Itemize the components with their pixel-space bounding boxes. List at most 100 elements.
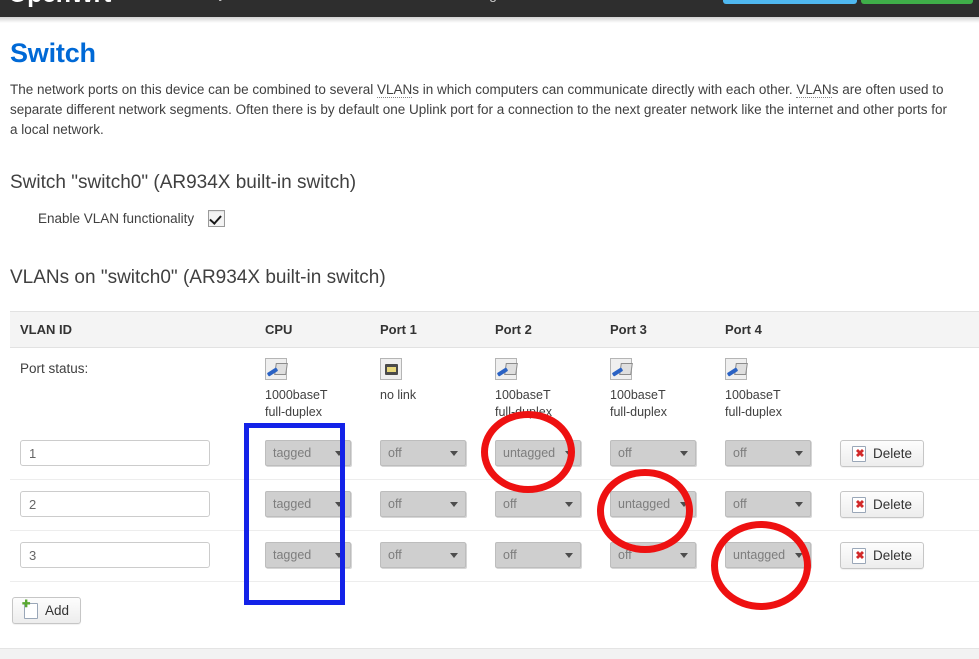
port-1-tagging-select[interactable]: off — [380, 491, 466, 517]
port-3-tagging-value: off — [618, 548, 632, 562]
column-header-port-1: Port 1 — [380, 311, 495, 348]
port-2-tagging-select[interactable]: off — [495, 542, 581, 568]
nav-item-system-label: System — [209, 0, 256, 1]
actions-cell: Delete — [840, 530, 979, 582]
enable-vlan-label: Enable VLAN functionality — [38, 211, 195, 226]
cpu-tagging-value: tagged — [273, 446, 312, 460]
vlan-id-input[interactable] — [20, 542, 210, 568]
port-status-port-3: 100baseT full-duplex — [610, 347, 725, 429]
table-row: tagged off off — [10, 479, 979, 531]
port-status-port-4: 100baseT full-duplex — [725, 347, 840, 429]
vlan-section-heading: VLANs on "switch0" (AR934X built-in swit… — [10, 267, 386, 288]
enable-vlan-field: Enable VLAN functionality — [38, 210, 979, 227]
vlan-table-header-row: VLAN ID CPU Port 1 Port 2 Port 3 Port 4 — [10, 311, 979, 348]
port-4-cell: off — [725, 429, 840, 480]
cpu-tagging-select[interactable]: tagged — [265, 542, 351, 568]
port-4-tagging-value: off — [733, 497, 747, 511]
switch-section-heading: Switch "switch0" (AR934X built-in switch… — [10, 172, 357, 193]
port-duplex-port-4: full-duplex — [725, 405, 782, 419]
delete-button[interactable]: Delete — [840, 491, 925, 518]
port-duplex-port-2: full-duplex — [495, 405, 552, 419]
nav-item-services-label: Services — [293, 0, 347, 1]
port-4-cell: off — [725, 479, 840, 531]
vlan-id-cell — [10, 530, 265, 582]
port-status-actions — [840, 347, 979, 429]
port-2-tagging-select[interactable]: untagged — [495, 440, 581, 466]
vlan-table-head: VLAN ID CPU Port 1 Port 2 Port 3 Port 4 — [10, 311, 979, 348]
network-plug-connected-icon — [265, 358, 287, 380]
auto-refresh-badge[interactable]: AUTO REFRESH ON — [861, 0, 973, 4]
page-title: Switch — [10, 38, 96, 68]
delete-button-label: Delete — [873, 446, 913, 461]
port-3-tagging-select[interactable]: off — [610, 542, 696, 568]
nav-item-status[interactable]: Status▾ — [118, 0, 195, 17]
cpu-tagging-value: tagged — [273, 548, 312, 562]
openwrt-logo[interactable]: OpenWrt — [8, 0, 111, 17]
nav-item-services[interactable]: Services▾ — [279, 0, 370, 17]
port-2-cell: off — [495, 479, 610, 531]
port-3-tagging-select[interactable]: untagged — [610, 491, 696, 517]
chevron-down-icon — [565, 451, 573, 456]
vlan-table: VLAN ID CPU Port 1 Port 2 Port 3 Port 4 … — [10, 311, 979, 582]
chevron-down-icon — [565, 502, 573, 507]
description-text-1: The network ports on this device can be … — [10, 82, 377, 97]
network-plug-connected-icon — [725, 358, 747, 380]
chevron-down-icon — [335, 502, 343, 507]
nav-item-logout[interactable]: Logout — [460, 0, 531, 17]
delete-button-label: Delete — [873, 497, 913, 512]
port-3-cell: off — [610, 530, 725, 582]
vlan-id-input[interactable] — [20, 491, 210, 517]
nav-item-system[interactable]: System▾ — [195, 0, 279, 17]
chevron-down-icon — [335, 553, 343, 558]
port-4-tagging-select[interactable]: off — [725, 491, 811, 517]
port-3-cell: untagged — [610, 479, 725, 531]
port-status-row: Port status: 1000baseT full-duplex no li… — [10, 347, 979, 429]
vlan-abbr: VLAN — [796, 82, 832, 98]
port-4-tagging-select[interactable]: untagged — [725, 542, 811, 568]
chevron-down-icon — [795, 451, 803, 456]
chevron-down-icon — [795, 553, 803, 558]
port-4-tagging-value: off — [733, 446, 747, 460]
delete-icon — [852, 496, 867, 513]
cpu-tagging-select[interactable]: tagged — [265, 440, 351, 466]
port-1-tagging-value: off — [388, 497, 402, 511]
column-header-port-4: Port 4 — [725, 311, 840, 348]
status-badges: UNSAVED CHANGES: 15 AUTO REFRESH ON — [722, 0, 973, 17]
actions-cell: Delete — [840, 429, 979, 480]
port-3-tagging-select[interactable]: off — [610, 440, 696, 466]
unsaved-changes-badge[interactable]: UNSAVED CHANGES: 15 — [722, 0, 857, 4]
nav-item-network[interactable]: Network▾ — [371, 0, 460, 17]
nav-item-status-label: Status — [132, 0, 172, 1]
vlan-table-body: Port status: 1000baseT full-duplex no li… — [10, 347, 979, 582]
add-vlan-button[interactable]: Add — [12, 597, 82, 624]
port-1-cell: off — [380, 429, 495, 480]
network-jack-empty-icon — [380, 358, 402, 380]
port-2-tagging-value: untagged — [503, 446, 556, 460]
chevron-down-icon — [335, 451, 343, 456]
chevron-down-icon — [450, 502, 458, 507]
port-2-tagging-select[interactable]: off — [495, 491, 581, 517]
port-4-tagging-select[interactable]: off — [725, 440, 811, 466]
chevron-down-icon — [450, 451, 458, 456]
delete-button-label: Delete — [873, 548, 913, 563]
column-header-port-3: Port 3 — [610, 311, 725, 348]
chevron-down-icon — [450, 553, 458, 558]
delete-button[interactable]: Delete — [840, 542, 925, 569]
add-button-label: Add — [45, 603, 70, 618]
cpu-tagging-select[interactable]: tagged — [265, 491, 351, 517]
port-status-label-cell: Port status: — [10, 347, 265, 429]
table-row: tagged off off — [10, 530, 979, 582]
cpu-cell: tagged — [265, 530, 380, 582]
port-status-port-2: 100baseT full-duplex — [495, 347, 610, 429]
port-status-port-1: no link — [380, 347, 495, 429]
port-1-tagging-select[interactable]: off — [380, 440, 466, 466]
port-1-tagging-select[interactable]: off — [380, 542, 466, 568]
vlan-id-input[interactable] — [20, 440, 210, 466]
page-description: The network ports on this device can be … — [10, 80, 950, 140]
delete-button[interactable]: Delete — [840, 440, 925, 467]
port-1-tagging-value: off — [388, 446, 402, 460]
enable-vlan-checkbox[interactable] — [208, 210, 225, 227]
port-speed-cpu: 1000baseT — [265, 388, 328, 402]
port-duplex-cpu: full-duplex — [265, 405, 322, 419]
table-row: tagged off untagged — [10, 429, 979, 480]
